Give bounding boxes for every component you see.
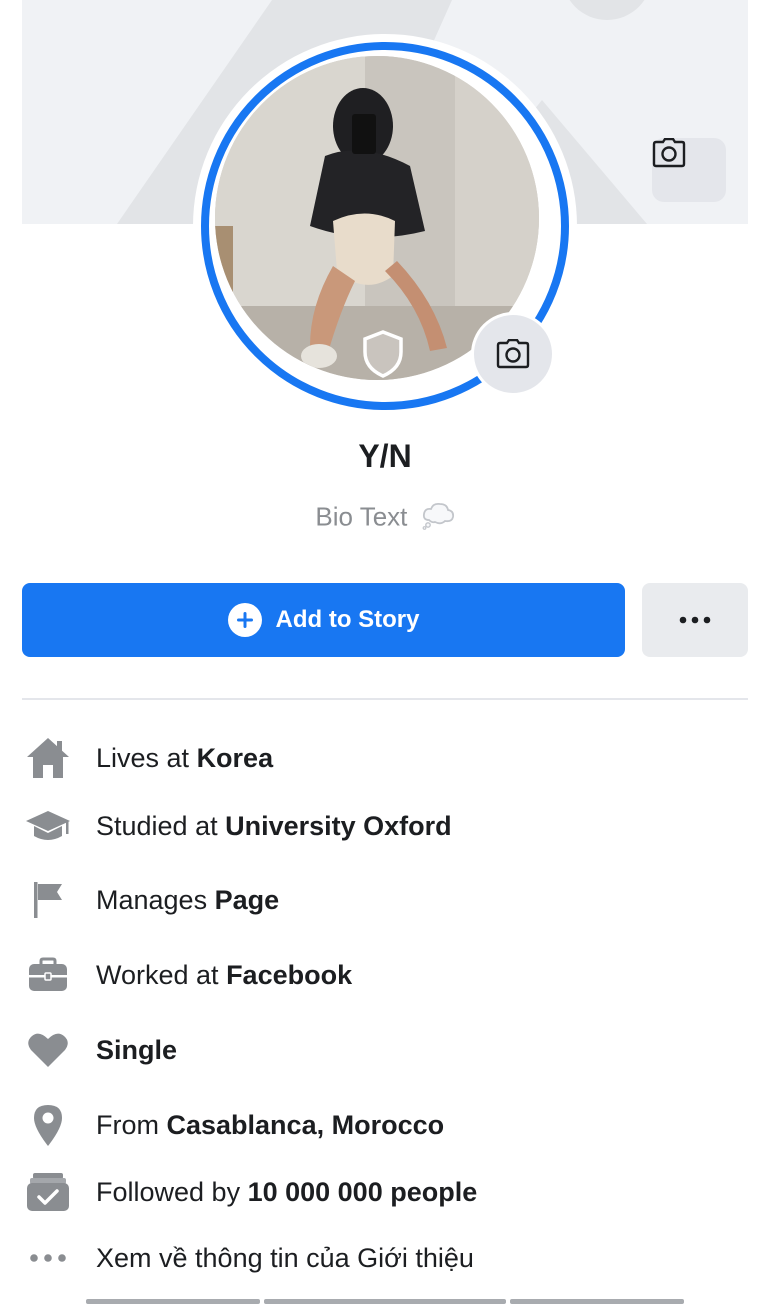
intro-prefix: From (96, 1109, 167, 1140)
intro-prefix: Lives at (96, 742, 197, 773)
flag-icon (22, 875, 74, 925)
intro-item-studied[interactable]: Studied at University Oxford (22, 801, 748, 851)
edit-profile-picture-button[interactable] (471, 312, 555, 396)
profile-page: Y/N Bio Text Add to Story Lives at Korea… (0, 0, 770, 1307)
followers-icon (22, 1167, 74, 1217)
intro-item-followers[interactable]: Followed by 10 000 000 people (22, 1167, 748, 1217)
scroll-indicator (510, 1299, 684, 1304)
intro-value: Single (96, 1034, 178, 1065)
plus-icon (227, 603, 262, 637)
intro-value: Page (214, 884, 280, 915)
home-icon (22, 733, 74, 783)
profile-name: Y/N (358, 438, 412, 474)
profile-bio[interactable]: Bio Text (0, 500, 770, 537)
thought-bubble-icon (421, 500, 455, 537)
section-divider (22, 698, 748, 700)
scroll-indicator (264, 1299, 506, 1304)
intro-prefix: Manages (96, 884, 215, 915)
intro-item-from[interactable]: From Casablanca, Morocco (22, 1100, 748, 1150)
bio-text: Bio Text (315, 501, 408, 532)
intro-value: Casablanca, Morocco (166, 1109, 445, 1140)
briefcase-icon (22, 950, 74, 1000)
more-dots-icon (22, 1233, 74, 1283)
intro-item-relationship[interactable]: Single (22, 1025, 748, 1075)
intro-value: University Oxford (225, 810, 452, 841)
intro-prefix: Studied at (96, 810, 226, 841)
intro-item-worked[interactable]: Worked at Facebook (22, 950, 748, 1000)
scroll-indicator (86, 1299, 260, 1304)
intro-item-see-about[interactable]: Xem về thông tin của Giới thiệu (22, 1233, 748, 1283)
add-to-story-button[interactable]: Add to Story (22, 583, 625, 657)
location-pin-icon (22, 1100, 74, 1150)
profile-picture[interactable] (193, 34, 577, 418)
intro-prefix: Followed by (96, 1176, 248, 1207)
intro-value: Korea (196, 742, 274, 773)
see-about-label: Xem về thông tin của Giới thiệu (96, 1242, 474, 1273)
profile-guard-icon (361, 330, 405, 383)
intro-value: Facebook (226, 959, 353, 990)
camera-icon (496, 339, 530, 369)
graduation-cap-icon (22, 801, 74, 851)
add-to-story-label: Add to Story (275, 606, 420, 633)
intro-prefix: Worked at (96, 959, 227, 990)
intro-item-manages[interactable]: Manages Page (22, 875, 748, 925)
intro-value: 10 000 000 people (247, 1176, 478, 1207)
edit-cover-button[interactable] (652, 138, 726, 202)
intro-item-lives[interactable]: Lives at Korea (22, 733, 748, 783)
camera-icon (652, 138, 686, 168)
more-options-button[interactable] (642, 583, 748, 657)
heart-icon (22, 1025, 74, 1075)
more-dots-icon (679, 616, 711, 624)
